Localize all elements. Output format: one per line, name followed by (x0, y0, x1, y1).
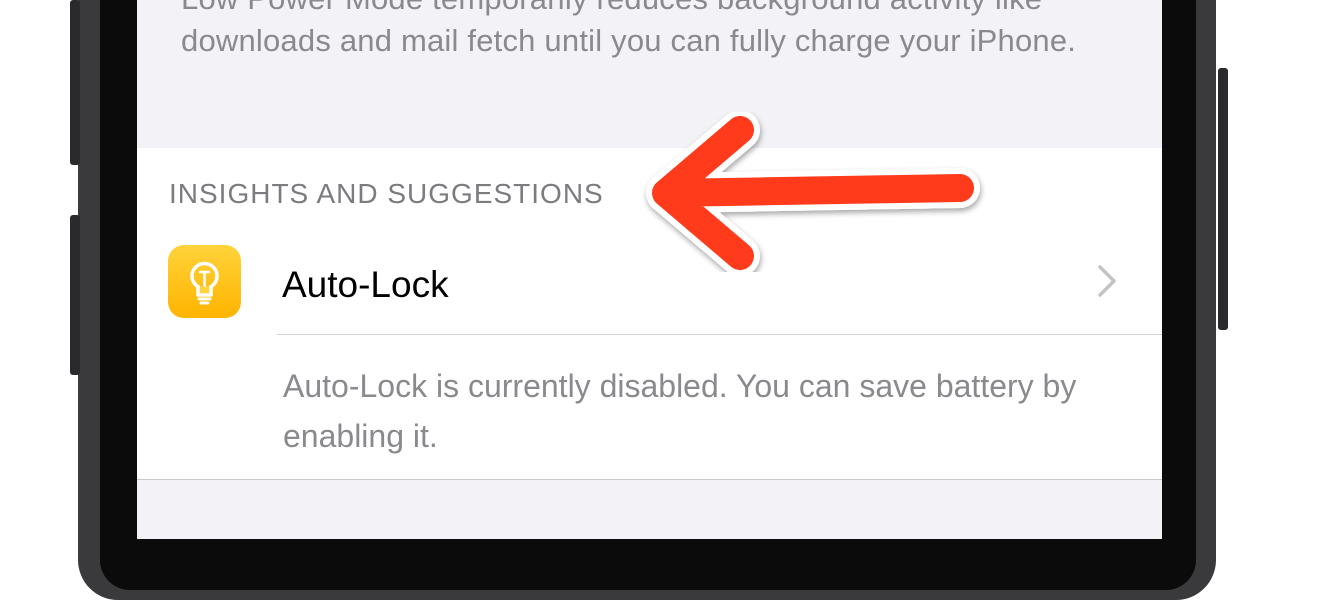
low-power-mode-description: Low Power Mode temporarily reduces backg… (181, 0, 1077, 58)
auto-lock-suggestion: Auto-Lock is currently disabled. You can… (283, 368, 1077, 454)
volume-down-button (70, 215, 80, 375)
lightbulb-icon (168, 245, 241, 318)
section-header: INSIGHTS AND SUGGESTIONS (169, 178, 604, 209)
volume-up-button (70, 0, 80, 165)
arrow-left-icon (640, 110, 990, 277)
auto-lock-label: Auto-Lock (282, 264, 449, 305)
row-divider (277, 334, 1162, 335)
card-divider (137, 479, 1162, 480)
side-button (1218, 68, 1228, 330)
chevron-right-icon (1095, 262, 1119, 300)
